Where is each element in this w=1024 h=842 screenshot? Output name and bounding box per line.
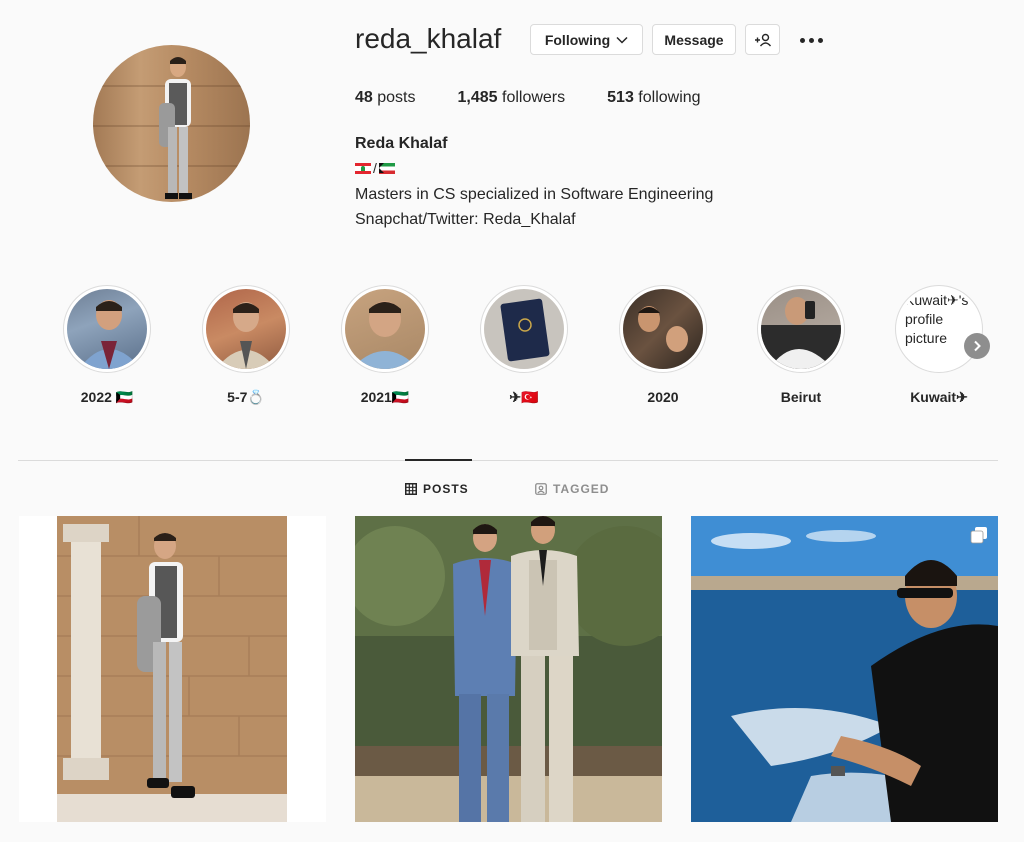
message-button[interactable]: Message <box>652 24 736 55</box>
highlight-label: 2022 🇰🇼 <box>80 389 134 405</box>
following-stat[interactable]: 513 following <box>607 89 700 107</box>
highlight-item[interactable]: 2020 <box>619 285 707 405</box>
highlight-cover <box>761 289 841 369</box>
posts-count: 48 <box>355 89 373 106</box>
following-button-label: Following <box>544 31 611 48</box>
highlight-item[interactable]: 2021🇰🇼 <box>341 285 429 406</box>
bio-line: Snapchat/Twitter: Reda_Khalaf <box>355 211 576 228</box>
profile-avatar[interactable] <box>93 45 250 202</box>
active-tab-indicator <box>405 459 472 461</box>
lebanon-flag-icon <box>355 162 371 174</box>
highlight-cover <box>67 289 147 369</box>
tab-tagged[interactable]: TAGGED <box>535 482 609 496</box>
followers-count: 1,485 <box>457 89 498 106</box>
more-options-button[interactable] <box>796 30 826 50</box>
post-thumbnail[interactable] <box>691 516 998 822</box>
highlights-next-button[interactable] <box>964 333 990 359</box>
following-label: following <box>638 89 701 106</box>
highlight-label: 5-7💍 <box>227 389 265 405</box>
grid-icon <box>405 483 417 495</box>
post-image <box>691 516 998 822</box>
following-count: 513 <box>607 89 634 106</box>
highlight-label: ✈🇹🇷 <box>509 389 539 405</box>
highlight-cover <box>484 289 564 369</box>
post-thumbnail[interactable] <box>19 516 326 822</box>
tab-posts-label: POSTS <box>423 482 469 496</box>
highlight-label: Beirut <box>780 389 822 405</box>
tagged-icon <box>535 483 547 495</box>
post-thumbnail[interactable] <box>355 516 662 822</box>
highlight-item[interactable]: Beirut <box>757 285 845 405</box>
tabs-divider <box>18 460 998 461</box>
more-icon <box>799 37 805 43</box>
tab-tagged-label: TAGGED <box>553 482 610 496</box>
posts-label: posts <box>377 89 416 106</box>
followers-stat[interactable]: 1,485 followers <box>458 89 566 107</box>
highlight-cover <box>623 289 703 369</box>
chevron-down-icon <box>616 36 628 44</box>
highlight-label: 2021🇰🇼 <box>360 389 410 405</box>
posts-stat: 48 posts <box>355 89 416 107</box>
profile-full-name: Reda Khalaf <box>355 135 448 152</box>
message-button-label: Message <box>664 31 724 48</box>
profile-username: reda_khalaf <box>355 23 502 54</box>
highlight-item[interactable]: ✈🇹🇷 <box>480 285 568 406</box>
highlight-item[interactable]: 2022 🇰🇼 <box>63 285 151 406</box>
chevron-right-icon <box>974 340 981 352</box>
highlight-cover-broken-image: Kuwait✈'s profile picture <box>899 289 979 369</box>
highlight-cover <box>206 289 286 369</box>
kuwait-flag-icon <box>378 162 395 174</box>
multiple-photos-icon <box>970 527 987 544</box>
highlight-item[interactable]: 5-7💍 <box>202 285 290 406</box>
profile-stats: 48 posts 1,485 followers 513 following <box>355 89 743 107</box>
highlight-label: Kuwait✈ <box>910 389 968 405</box>
highlight-label: 2020 <box>647 389 679 405</box>
following-button[interactable]: Following <box>530 24 643 55</box>
post-image <box>355 516 662 822</box>
followers-label: followers <box>502 89 566 106</box>
add-person-icon <box>754 33 771 46</box>
avatar-photo <box>159 57 192 199</box>
tab-posts[interactable]: POSTS <box>405 482 469 496</box>
flags-separator: / <box>373 160 377 176</box>
post-image <box>57 516 287 822</box>
bio-line: Masters in CS specialized in Software En… <box>355 186 714 203</box>
bio-flags: / <box>355 160 395 176</box>
suggested-accounts-button[interactable] <box>745 24 780 55</box>
highlight-cover <box>345 289 425 369</box>
